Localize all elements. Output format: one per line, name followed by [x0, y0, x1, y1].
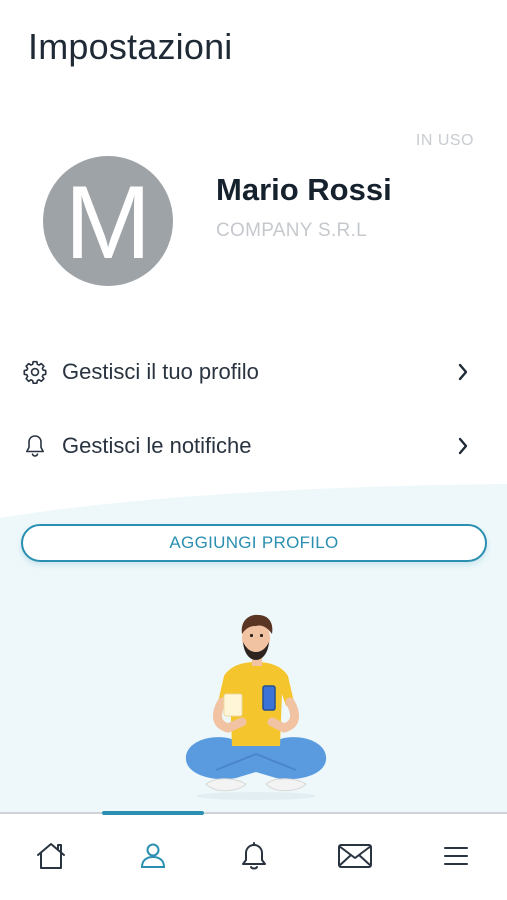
tab-profile[interactable] — [102, 814, 203, 900]
menu-item-manage-profile[interactable]: Gestisci il tuo profilo — [0, 342, 507, 402]
bell-icon — [239, 840, 269, 877]
avatar-letter: M — [64, 165, 152, 281]
company-name: COMPANY S.R.L — [216, 220, 368, 241]
page-title: Impostazioni — [28, 26, 233, 67]
user-name: Mario Rossi — [216, 172, 392, 207]
menu-item-label: Gestisci il tuo profilo — [62, 359, 259, 384]
menu-item-manage-notifications[interactable]: Gestisci le notifiche — [0, 416, 507, 476]
envelope-icon — [337, 842, 373, 875]
profile-card: IN USO M Mario Rossi COMPANY S.R.L — [0, 120, 507, 310]
menu-item-label: Gestisci le notifiche — [62, 433, 252, 458]
chevron-right-icon — [455, 360, 471, 384]
home-icon — [34, 840, 68, 877]
user-icon — [138, 841, 168, 876]
person-illustration — [176, 612, 336, 802]
tab-notifications[interactable] — [203, 814, 304, 900]
tab-home[interactable] — [0, 814, 101, 900]
gear-icon — [22, 359, 48, 385]
tab-menu[interactable] — [405, 814, 506, 900]
avatar[interactable]: M — [43, 156, 173, 286]
hamburger-menu-icon — [442, 844, 470, 873]
add-profile-button[interactable]: AGGIUNGI PROFILO — [21, 524, 487, 562]
bottom-tab-bar — [0, 811, 507, 900]
in-use-badge: IN USO — [415, 132, 474, 149]
add-profile-label: AGGIUNGI PROFILO — [169, 533, 339, 552]
bell-icon — [22, 433, 48, 459]
tab-messages[interactable] — [304, 814, 405, 900]
chevron-right-icon — [455, 434, 471, 458]
